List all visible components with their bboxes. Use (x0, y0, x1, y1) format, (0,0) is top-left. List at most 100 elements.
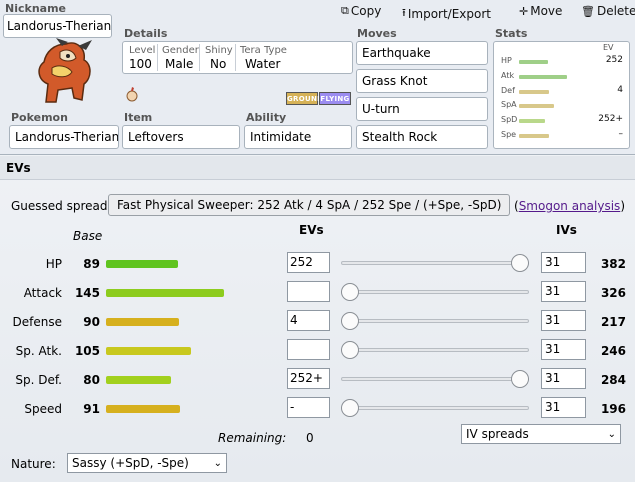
mini-stat-bar (519, 119, 545, 124)
ev-slider-track[interactable] (341, 406, 529, 410)
move-4-input[interactable]: Stealth Rock (356, 125, 488, 149)
mini-stat-bar (519, 134, 549, 138)
ability-input[interactable]: Intimidate (244, 125, 352, 149)
upload-icon: ⭱ (402, 6, 406, 19)
iv-input[interactable]: 31 (541, 281, 586, 302)
evs-section-header: EVs (0, 156, 635, 180)
delete-button[interactable]: 🗑 Delete (581, 4, 635, 18)
stat-name: Attack (23, 286, 62, 300)
base-stat-bar (106, 260, 178, 268)
stat-name: HP (45, 257, 62, 271)
move-1-input[interactable]: Earthquake (356, 41, 488, 65)
ev-slider-track[interactable] (341, 348, 529, 352)
base-stat-bar (106, 405, 180, 413)
base-stat-bar (106, 347, 191, 355)
item-label: Item (124, 111, 153, 124)
ev-slider-thumb[interactable] (511, 370, 529, 388)
level-label: Level (129, 45, 156, 56)
guessed-spread-button[interactable]: Fast Physical Sweeper: 252 Atk / 4 SpA /… (108, 194, 510, 216)
shiny-value: No (210, 57, 227, 71)
nature-select[interactable]: Sassy (+SpD, -Spe) ⌄ (67, 453, 227, 473)
evs-column-header: EVs (299, 223, 324, 237)
details-divider (199, 44, 200, 71)
import-export-button[interactable]: ⭱ Import/Export (402, 4, 491, 23)
ev-slider-thumb[interactable] (341, 341, 359, 359)
type-badge-ground: GROUND (286, 92, 323, 105)
ev-slider-thumb[interactable] (341, 399, 359, 417)
copy-button[interactable]: ⧉ Copy (341, 4, 381, 18)
stat-base-value: 105 (74, 344, 100, 358)
stat-base-value: 89 (83, 257, 100, 271)
chevron-down-icon: ⌄ (607, 428, 616, 440)
chevron-down-icon: ⌄ (213, 457, 222, 469)
mini-stat-ev: 4 (617, 84, 623, 95)
iv-spreads-select[interactable]: IV spreads ⌄ (461, 424, 621, 444)
mini-stat-ev: 252+ (598, 114, 623, 125)
ev-slider-track[interactable] (341, 261, 529, 265)
mini-stat-bar (519, 89, 549, 94)
move-2-input[interactable]: Grass Knot (356, 69, 488, 93)
mini-stat-label: HP (501, 56, 512, 65)
mini-stat-bar (519, 104, 554, 109)
ivs-column-header: IVs (556, 223, 577, 237)
ev-input[interactable]: 4 (287, 310, 330, 331)
mini-stat-bar (519, 60, 548, 64)
mini-stat-label: Spe (501, 130, 517, 139)
ev-slider-track[interactable] (341, 377, 529, 381)
details-divider (235, 44, 236, 71)
moves-label: Moves (357, 27, 397, 40)
stat-total: 284 (600, 373, 626, 387)
ev-slider-track[interactable] (341, 290, 529, 294)
iv-input[interactable]: 31 (541, 368, 586, 389)
guessed-spread-label: Guessed spread: (11, 199, 112, 213)
stat-total: 217 (600, 315, 626, 329)
pokemon-label: Pokemon (11, 111, 68, 124)
ev-input[interactable] (287, 339, 330, 360)
ev-input[interactable] (287, 281, 330, 302)
nature-label: Nature: (11, 457, 56, 471)
stat-total: 196 (600, 402, 626, 416)
mini-stat-label: Def (501, 85, 515, 95)
remaining-label: Remaining: (218, 431, 287, 445)
pokemon-sprite (22, 38, 102, 112)
iv-input[interactable]: 31 (541, 252, 586, 273)
ev-slider-thumb[interactable] (511, 254, 529, 272)
stat-name: Defense (12, 315, 62, 329)
stat-base-value: 145 (74, 286, 100, 300)
pokemon-input[interactable]: Landorus-Therian (9, 125, 119, 149)
stat-total: 326 (600, 286, 626, 300)
stats-label: Stats (495, 27, 528, 40)
move-arrows-icon: ✛ (519, 4, 529, 18)
gender-label: Gender (162, 45, 199, 56)
nickname-input[interactable]: Landorus-Therian (3, 14, 112, 38)
mini-stat-bar (519, 74, 567, 79)
gender-value: Male (165, 57, 194, 71)
ev-slider-thumb[interactable] (341, 312, 359, 330)
remaining-value: 0 (306, 431, 314, 445)
mini-stat-label: Atk (501, 70, 515, 80)
move-label: Move (530, 4, 563, 18)
stat-name: Sp. Def. (15, 373, 62, 387)
ev-input[interactable]: 252 (287, 252, 330, 273)
ev-input[interactable]: - (287, 397, 330, 418)
mini-stat-ev: – (618, 129, 624, 139)
move-3-input[interactable]: U-turn (356, 97, 488, 121)
stat-total: 246 (600, 344, 626, 358)
base-stat-bar (106, 376, 171, 384)
nature-value: Sassy (+SpD, -Spe) (72, 456, 189, 470)
iv-input[interactable]: 31 (541, 339, 586, 360)
base-stat-bar (106, 289, 224, 297)
item-input[interactable]: Leftovers (122, 125, 240, 149)
smogon-analysis-link[interactable]: Smogon analysis (519, 199, 621, 213)
move-button[interactable]: ✛ Move (519, 4, 562, 18)
ev-input[interactable]: 252+ (287, 368, 330, 389)
ev-slider-thumb[interactable] (341, 283, 359, 301)
iv-input[interactable]: 31 (541, 397, 586, 418)
details-label: Details (124, 27, 168, 40)
copy-label: Copy (350, 4, 382, 18)
copy-icon: ⧉ (341, 4, 349, 17)
ev-slider-track[interactable] (341, 319, 529, 323)
iv-input[interactable]: 31 (541, 310, 586, 331)
stat-name: Speed (24, 402, 62, 416)
mini-stat-label: SpD (501, 115, 518, 125)
